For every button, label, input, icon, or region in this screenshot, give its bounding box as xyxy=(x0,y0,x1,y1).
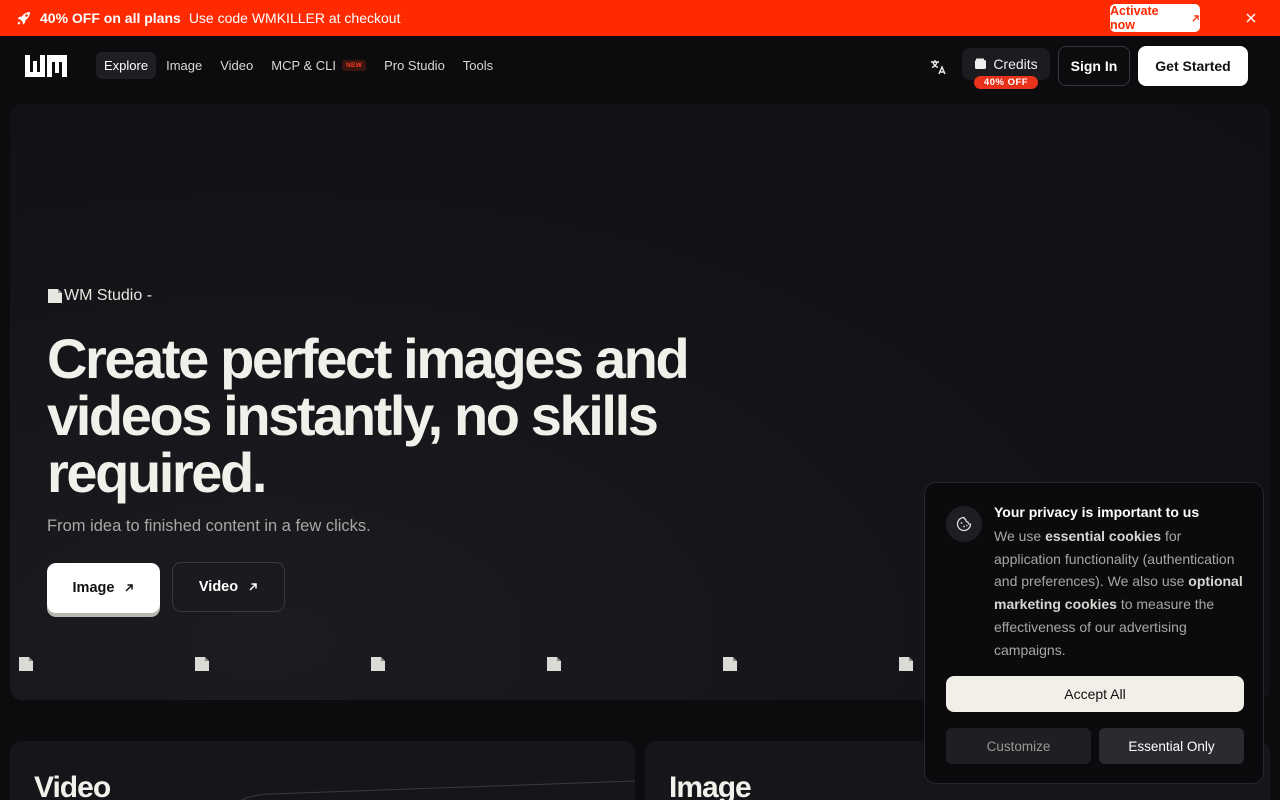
essential-only-button[interactable]: Essential Only xyxy=(1099,728,1244,764)
image-cta-label: Image xyxy=(72,580,115,596)
nav-mcp-cli[interactable]: MCP & CLI NEW xyxy=(263,52,374,79)
promo-code-message: Use code WMKILLER at checkout xyxy=(188,10,401,26)
sign-in-button[interactable]: Sign In xyxy=(1058,46,1130,86)
hero-subline: From idea to finished content in a few c… xyxy=(47,517,371,535)
customize-button[interactable]: Customize xyxy=(946,728,1091,764)
broken-thumbnail-icon[interactable] xyxy=(898,656,914,672)
nav-links: Explore Image Video MCP & CLI NEW Pro St… xyxy=(96,52,501,79)
nav-pro-studio[interactable]: Pro Studio xyxy=(376,52,453,79)
close-icon[interactable] xyxy=(1244,11,1258,25)
video-card[interactable]: Video xyxy=(10,741,635,800)
activate-now-label: Activate now xyxy=(1110,4,1159,32)
broken-thumbnail-icon[interactable] xyxy=(370,656,386,672)
cookie-consent-dialog: Your privacy is important to us We use e… xyxy=(924,482,1264,784)
broken-thumbnail-icon[interactable] xyxy=(18,656,34,672)
nav-explore[interactable]: Explore xyxy=(96,52,157,79)
rocket-icon xyxy=(16,10,32,26)
arrow-up-right-icon xyxy=(1192,14,1199,22)
nav-video[interactable]: Video xyxy=(212,52,261,79)
cookie-title: Your privacy is important to us xyxy=(994,504,1200,520)
video-cta-label: Video xyxy=(198,579,239,595)
new-badge: NEW xyxy=(342,60,367,71)
nav-image[interactable]: Image xyxy=(158,52,210,79)
activate-now-button[interactable]: Activate now xyxy=(1110,4,1200,32)
broken-image-icon xyxy=(48,289,62,303)
hero-image-alt-text: WM Studio - xyxy=(64,287,153,304)
get-started-button[interactable]: Get Started xyxy=(1138,46,1248,86)
arrow-up-right-icon xyxy=(125,584,134,592)
credits-discount-badge: 40% OFF xyxy=(974,76,1038,89)
credits-label: Credits xyxy=(993,56,1038,72)
broken-thumbnail-icon[interactable] xyxy=(194,656,210,672)
accept-all-button[interactable]: Accept All xyxy=(946,676,1244,712)
hero-logo-image: WM Studio - xyxy=(47,287,152,305)
top-nav: Explore Image Video MCP & CLI NEW Pro St… xyxy=(0,36,1280,96)
cookie-description: We use essential cookies for application… xyxy=(994,528,1243,658)
cookie-icon xyxy=(946,506,982,542)
video-card-preview-edge xyxy=(240,780,635,800)
nav-tools[interactable]: Tools xyxy=(455,52,501,79)
promo-banner: 40% OFF on all plans Use code WMKILLER a… xyxy=(0,0,1280,36)
video-cta-button[interactable]: Video xyxy=(172,562,285,612)
translate-icon[interactable] xyxy=(929,58,947,76)
broken-thumbnail-icon[interactable] xyxy=(722,656,738,672)
arrow-up-right-icon xyxy=(249,583,257,591)
promo-headline: 40% OFF on all plans xyxy=(40,10,181,26)
hero-headline: Create perfect images and videos instant… xyxy=(47,327,690,504)
image-card-title: Image xyxy=(669,771,752,800)
essential-cookies-emphasis: essential cookies xyxy=(1045,528,1162,544)
wm-logo[interactable] xyxy=(24,53,68,79)
nav-mcp-cli-label: MCP & CLI xyxy=(271,58,337,73)
wallet-icon xyxy=(975,58,987,69)
broken-thumbnail-icon[interactable] xyxy=(546,656,562,672)
image-cta-button[interactable]: Image xyxy=(47,563,160,613)
